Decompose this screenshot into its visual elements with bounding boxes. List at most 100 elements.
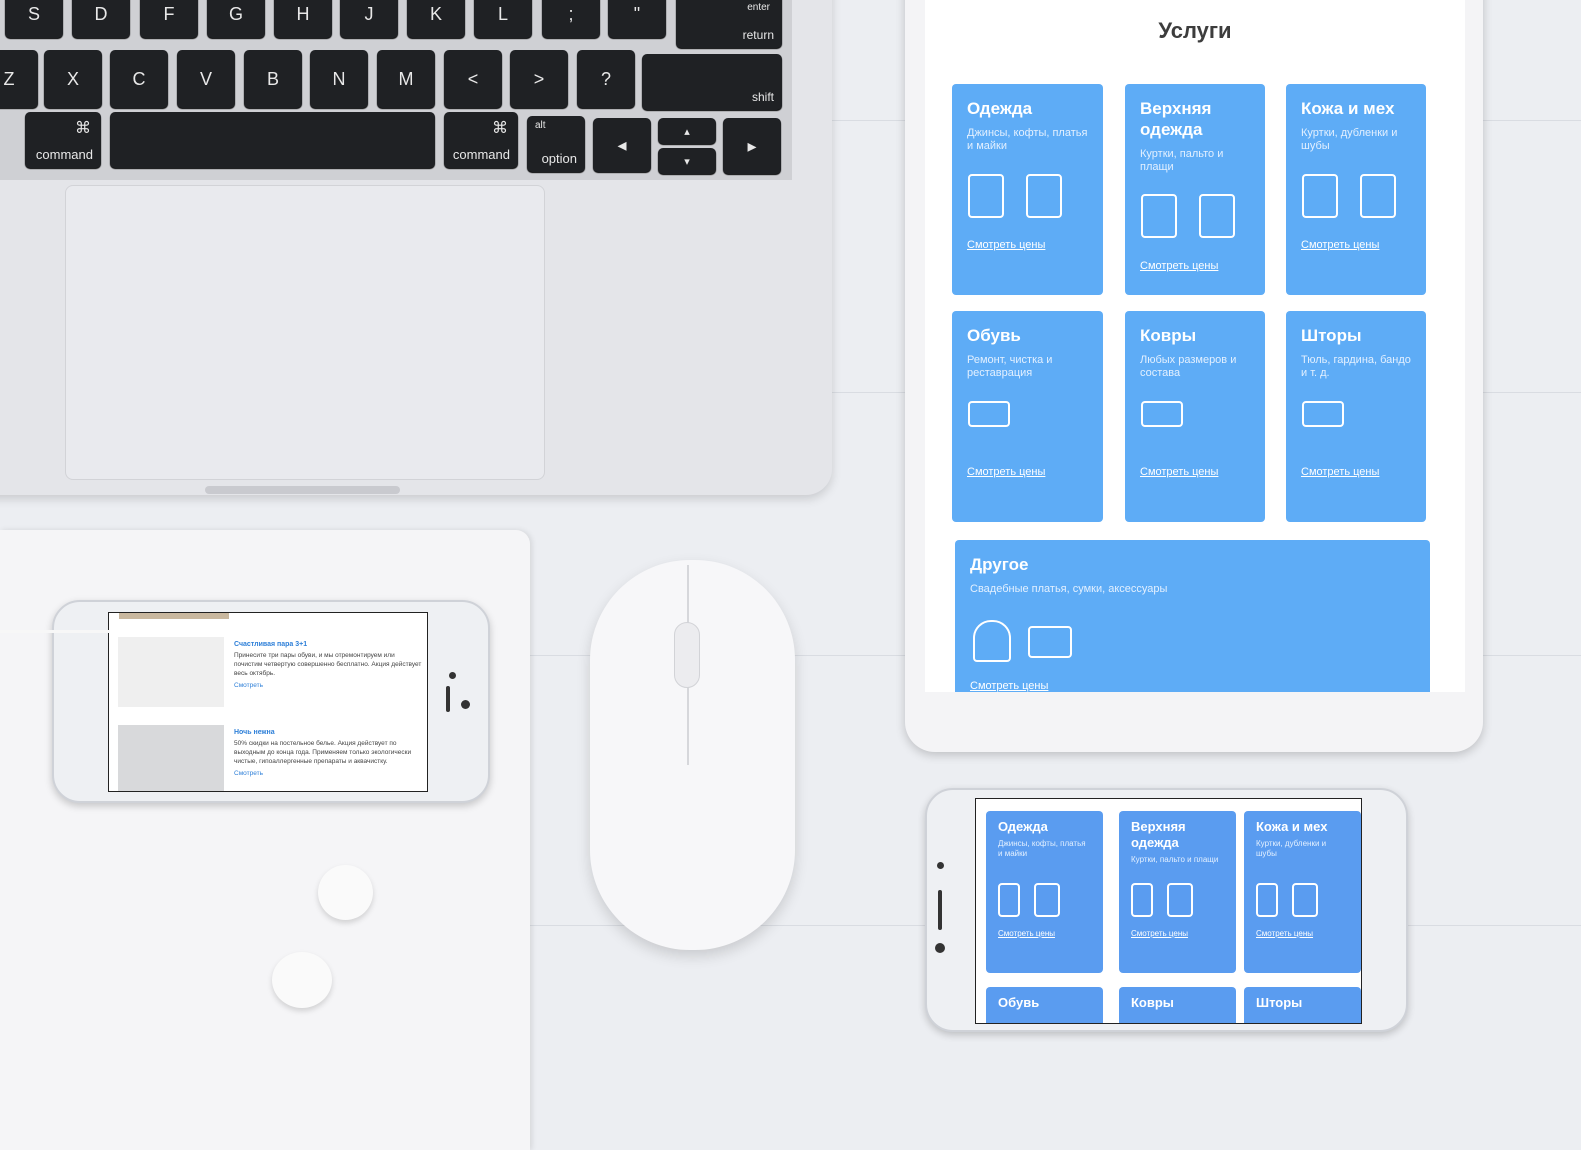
service-card[interactable]: Ковры Любых размеров и состава Смотреть це… [1125,311,1265,522]
key-shift[interactable]: shift [642,54,782,110]
card-title: Обувь [967,326,1021,345]
promo-link[interactable]: Смотреть [234,770,263,777]
card-title: Одежда [967,99,1033,118]
key[interactable]: C [110,50,168,108]
earbud-left [318,865,373,920]
card-title: Кожа и мех [1256,819,1328,834]
see-prices-link[interactable]: Смотреть цены [1140,466,1218,478]
service-card[interactable]: Шторы [1244,987,1361,1023]
key-arrow-left[interactable]: ◂ [593,118,651,172]
clothing-icon [1292,883,1318,917]
sheepskin-icon [1302,174,1338,218]
card-title: Ковры [1140,326,1197,345]
see-prices-link[interactable]: Смотреть цены [1140,260,1218,272]
service-card[interactable]: Кожа и мех Куртки, дубленки и шубы Смотрет… [1286,84,1426,295]
key[interactable]: K [407,0,465,38]
curtains-icon [1302,401,1344,427]
card-description: Джинсы, кофты, платья и майки [967,127,1088,152]
key[interactable]: S [5,0,63,38]
service-card[interactable]: Верхняя одежда Куртки, пальто и плащи Смот… [1125,84,1265,295]
key-command-right[interactable]: ⌘ command [444,112,518,168]
key-return[interactable]: enter return [676,0,782,48]
mouse-scroll-wheel[interactable] [674,622,700,688]
key-shift-label: shift [751,90,774,104]
key[interactable]: ; [542,0,600,38]
charging-cable [0,630,110,633]
card-title: Другое [970,555,1029,574]
card-title: Одежда [998,819,1048,834]
see-prices-link[interactable]: Смотреть цены [1131,929,1188,938]
clothing-icon [1256,883,1278,917]
see-prices-link[interactable]: Смотреть цены [1256,929,1313,938]
card-description: Джинсы, кофты, платья и майки [998,839,1086,858]
service-card[interactable]: Одежда Джинсы, кофты, платья и майки Смотр… [986,811,1103,973]
key[interactable]: G [207,0,265,38]
card-description: Куртки, дубленки и шубы [1256,839,1327,858]
command-icon: ⌘ [75,120,91,137]
key-arrow-down[interactable]: ▾ [658,148,716,174]
card-description: Куртки, пальто и плащи [1140,148,1224,173]
key[interactable]: J [340,0,398,38]
service-card[interactable]: Шторы Тюль, гардина, бандо и т. д. Смотрет… [1286,311,1426,522]
service-card[interactable]: Кожа и мех Куртки, дубленки и шубы Смотрет… [1244,811,1361,973]
earbud-right [272,952,332,1008]
key-command-left[interactable]: ⌘ command [25,112,101,168]
key-option-label: option [541,151,577,166]
key-arrow-right[interactable]: ▸ [723,118,781,174]
service-card[interactable]: Обувь [986,987,1103,1023]
see-prices-link[interactable]: Смотреть цены [1301,239,1379,251]
trackpad[interactable] [65,185,545,480]
key[interactable]: H [274,0,332,38]
key-command-label: command [452,147,510,162]
phone-small-screen: Счастливая пара 3+1 Принесите три пары об… [108,612,428,792]
key[interactable]: Z [0,50,38,108]
key[interactable]: < [444,50,502,108]
key[interactable]: L [474,0,532,38]
key[interactable]: N [310,50,368,108]
sneaker-icon [968,401,1010,427]
phone-speaker [446,686,450,712]
bag-icon [1028,626,1072,658]
page-title: Услуги [1158,18,1232,43]
phone-speaker [938,890,942,930]
key[interactable]: D [72,0,130,38]
service-card[interactable]: Ковры [1119,987,1236,1023]
phone-camera [937,862,944,869]
card-description: Любых размеров и состава [1140,354,1237,379]
promo-title: Счастливая пара 3+1 [234,641,308,648]
promo-link[interactable]: Смотреть [234,682,263,689]
card-title: Кожа и мех [1301,99,1395,118]
key-command-label: command [35,147,93,162]
key-option[interactable]: alt option [527,116,585,172]
see-prices-link[interactable]: Смотреть цены [967,239,1045,251]
service-card[interactable]: Одежда Джинсы, кофты, платья и майки Смотр… [952,84,1103,295]
card-description: Ремонт, чистка и реставрация [967,354,1053,379]
key-arrow-up[interactable]: ▴ [658,118,716,144]
card-description: Куртки, пальто и плащи [1131,855,1219,864]
key[interactable]: " [608,0,666,38]
laptop-notch [205,486,400,494]
service-card[interactable]: Обувь Ремонт, чистка и реставрация Смотрет… [952,311,1103,522]
key[interactable]: X [44,50,102,108]
card-title: Шторы [1256,995,1303,1010]
key[interactable]: V [177,50,235,108]
key[interactable]: > [510,50,568,108]
key[interactable]: M [377,50,435,108]
see-prices-link[interactable]: Смотреть цены [970,680,1048,692]
see-prices-link[interactable]: Смотреть цены [998,929,1055,938]
key-space[interactable] [110,112,435,168]
see-prices-link[interactable]: Смотреть цены [1301,466,1379,478]
command-icon: ⌘ [492,120,508,137]
key[interactable]: F [140,0,198,38]
service-card-other[interactable]: Другое Свадебные платья, сумки, аксессуа… [955,540,1430,692]
service-card[interactable]: Верхняя одежда Куртки, пальто и плащи Смот… [1119,811,1236,973]
phone-sensor [935,943,945,953]
clothing-icon [1034,883,1060,917]
key[interactable]: B [244,50,302,108]
carpet-icon [1141,401,1183,427]
key-enter-label: enter [747,2,770,13]
see-prices-link[interactable]: Смотреть цены [967,466,1045,478]
clothing-icon [1131,883,1153,917]
key-alt-label: alt [535,120,546,131]
key[interactable]: ? [577,50,635,108]
